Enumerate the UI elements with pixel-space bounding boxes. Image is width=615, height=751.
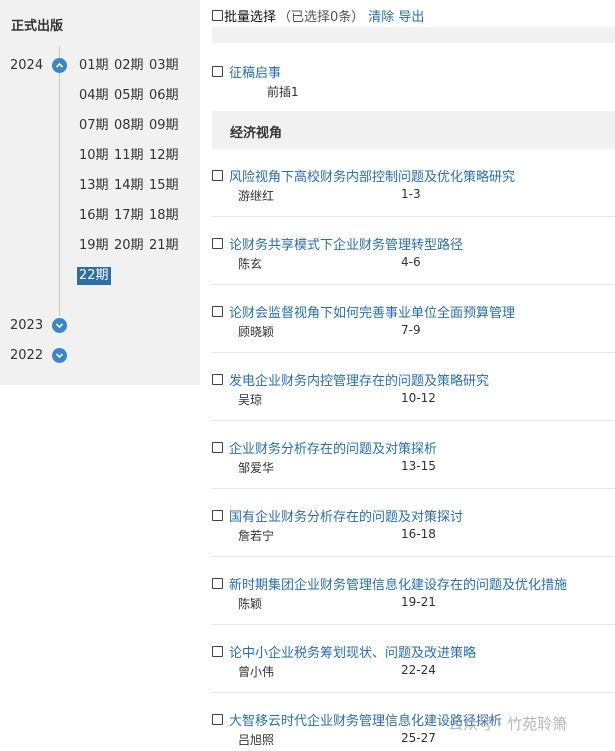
issue-link[interactable]: 18期 <box>149 207 179 225</box>
article-pages: 7-9 <box>401 323 421 337</box>
article-author: 吕旭照 <box>238 733 275 747</box>
article-checkbox[interactable] <box>212 713 223 725</box>
article-title[interactable]: 国有企业财务分析存在的问题及对策探讨 <box>229 506 463 525</box>
article-checkbox[interactable] <box>212 237 223 249</box>
issue-link[interactable]: 10期 <box>79 147 109 165</box>
batch-toolbar: 批量选择 （已选择0条） 清除 导出 <box>212 5 424 25</box>
article-title[interactable]: 论财会监督视角下如何完善事业单位全面预算管理 <box>229 302 515 321</box>
article-pages: 10-12 <box>401 391 436 405</box>
issue-link[interactable]: 21期 <box>149 237 179 255</box>
issue-link[interactable]: 07期 <box>79 117 109 135</box>
sidebar-title: 正式出版 <box>11 19 64 34</box>
issue-link[interactable]: 15期 <box>149 177 179 195</box>
article-pages: 前插1 <box>267 85 299 99</box>
article-item: 风险视角下高校财务内部控制问题及优化策略研究游继红 1-3 <box>212 166 615 205</box>
issue-link[interactable]: 09期 <box>149 117 179 135</box>
select-all-checkbox[interactable] <box>212 9 223 21</box>
article-pages: 13-15 <box>401 459 436 473</box>
year-2023[interactable]: 2023 <box>10 318 43 333</box>
issue-link[interactable]: 02期 <box>114 57 144 75</box>
toolbar-band <box>212 27 615 43</box>
export-link[interactable]: 导出 <box>398 6 424 25</box>
article-checkbox[interactable] <box>212 441 223 453</box>
article-checkbox[interactable] <box>212 373 223 385</box>
row-divider <box>212 624 615 625</box>
issue-link[interactable]: 11期 <box>114 147 144 165</box>
article-checkbox[interactable] <box>212 65 223 77</box>
article-item: 论中小企业税务筹划现状、问题及改进策略曾小伟 22-24 <box>212 642 615 681</box>
article-checkbox[interactable] <box>212 509 223 521</box>
article-title[interactable]: 新时期集团企业财务管理信息化建设存在的问题及优化措施 <box>229 574 567 593</box>
year-2022[interactable]: 2022 <box>10 348 43 363</box>
article-checkbox[interactable] <box>212 305 223 317</box>
article-author: 陈玄 <box>238 257 263 271</box>
article-pages: 16-18 <box>401 527 436 541</box>
issue-link[interactable]: 03期 <box>149 57 179 75</box>
issue-link[interactable]: 14期 <box>114 177 144 195</box>
article-item: 企业财务分析存在的问题及对策探析邹爱华 13-15 <box>212 438 615 477</box>
issue-link[interactable]: 19期 <box>79 237 109 255</box>
article-title[interactable]: 论中小企业税务筹划现状、问题及改进策略 <box>229 642 476 661</box>
issue-link[interactable]: 04期 <box>79 87 109 105</box>
issue-link[interactable]: 17期 <box>114 207 144 225</box>
article-author: 陈颖 <box>238 597 263 611</box>
issue-link[interactable]: 05期 <box>114 87 144 105</box>
row-divider <box>212 556 615 557</box>
article-item: 论财务共享模式下企业财务管理转型路径陈玄 4-6 <box>212 234 615 273</box>
article-title[interactable]: 论财务共享模式下企业财务管理转型路径 <box>229 234 463 253</box>
article-pages: 4-6 <box>401 255 421 269</box>
article-title[interactable]: 企业财务分析存在的问题及对策探析 <box>229 438 437 457</box>
row-divider <box>212 216 615 217</box>
article-author: 曾小伟 <box>238 665 275 679</box>
article-title[interactable]: 风险视角下高校财务内部控制问题及优化策略研究 <box>229 166 515 185</box>
selected-count: （已选择0条） <box>278 9 365 25</box>
issue-link[interactable]: 12期 <box>149 147 179 165</box>
row-divider <box>212 284 615 285</box>
row-divider <box>212 420 615 421</box>
issue-sidebar: 正式出版 2024 01期 02期 03期 04期 05期 06期 07期 08期 09期 10期… <box>0 0 200 385</box>
clear-link[interactable]: 清除 <box>368 6 394 25</box>
section-header: 经济视角 <box>212 111 615 149</box>
issue-link[interactable]: 16期 <box>79 207 109 225</box>
issue-link[interactable]: 13期 <box>79 177 109 195</box>
expand-chevron-icon[interactable] <box>52 348 67 363</box>
article-item: 征稿启事 前插1 <box>212 62 615 101</box>
expand-chevron-icon[interactable] <box>52 318 67 333</box>
article-pages: 25-27 <box>401 731 436 745</box>
article-checkbox[interactable] <box>212 577 223 589</box>
timeline-line <box>59 46 60 316</box>
row-divider <box>212 692 615 693</box>
issue-link-active[interactable]: 22期 <box>77 267 111 285</box>
row-divider <box>212 352 615 353</box>
article-pages: 19-21 <box>401 595 436 609</box>
issue-link[interactable]: 20期 <box>114 237 144 255</box>
article-item: 国有企业财务分析存在的问题及对策探讨詹若宁 16-18 <box>212 506 615 545</box>
watermark: 公众号 · 竹苑聆箫 <box>448 715 568 733</box>
collapse-chevron-icon[interactable] <box>52 58 67 73</box>
issue-link[interactable]: 01期 <box>79 57 109 75</box>
article-author: 邹爱华 <box>238 461 275 475</box>
article-author: 游继红 <box>238 189 275 203</box>
article-author: 顾晓颖 <box>238 325 275 339</box>
section-title: 经济视角 <box>230 126 283 141</box>
article-pages: 1-3 <box>401 187 421 201</box>
article-item: 新时期集团企业财务管理信息化建设存在的问题及优化措施陈颖 19-21 <box>212 574 615 613</box>
row-divider <box>212 488 615 489</box>
issue-link[interactable]: 06期 <box>149 87 179 105</box>
article-author: 吴琼 <box>238 393 263 407</box>
article-item: 论财会监督视角下如何完善事业单位全面预算管理顾晓颖 7-9 <box>212 302 615 341</box>
article-author: 詹若宁 <box>238 529 275 543</box>
article-checkbox[interactable] <box>212 645 223 657</box>
article-title[interactable]: 发电企业财务内控管理存在的问题及策略研究 <box>229 370 489 389</box>
year-2024[interactable]: 2024 <box>10 58 43 73</box>
article-item: 发电企业财务内控管理存在的问题及策略研究吴琼 10-12 <box>212 370 615 409</box>
batch-select-label: 批量选择 <box>224 9 277 25</box>
article-pages: 22-24 <box>401 663 436 677</box>
article-checkbox[interactable] <box>212 169 223 181</box>
article-title[interactable]: 征稿启事 <box>229 62 281 81</box>
issue-link[interactable]: 08期 <box>114 117 144 135</box>
